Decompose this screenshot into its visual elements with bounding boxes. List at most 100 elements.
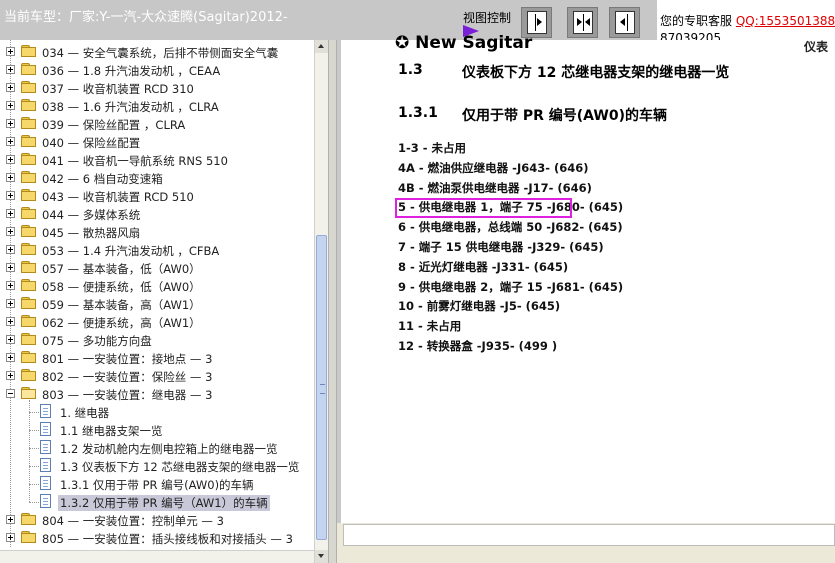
document-cut-heading: ✪ New Sagitar: [395, 33, 533, 53]
section-number: 1.3: [398, 62, 423, 78]
bottom-text-field[interactable]: [343, 524, 835, 546]
tree-folder-item[interactable]: 058 — 便捷系统，低（AW0）: [0, 277, 314, 295]
tree-folder-item[interactable]: 802 — 一安装位置：保险丝 — 3: [0, 367, 314, 385]
expand-toggle-icon[interactable]: [6, 281, 15, 290]
tree-item-label: 1.3.2 仅用于带 PR 编号（AW1）的车辆: [58, 495, 270, 511]
tree-folder-item[interactable]: 041 — 收音机一导航系统 RNS 510: [0, 151, 314, 169]
tree-folder-item[interactable]: 034 — 安全气囊系统，后排不带侧面安全气囊: [0, 43, 314, 61]
expand-toggle-icon[interactable]: [6, 65, 15, 74]
folder-icon: [21, 63, 37, 75]
expand-toggle-icon[interactable]: [6, 263, 15, 272]
expand-toggle-icon[interactable]: [6, 83, 15, 92]
folder-icon: [21, 513, 37, 525]
folder-icon: [21, 315, 37, 327]
tree-item-label: 062 — 便捷系统，高（AW1）: [42, 316, 201, 330]
tree-item-label: 802 — 一安装位置：保险丝 — 3: [42, 370, 213, 384]
customer-service-line: 您的专职客服 QQ:1553501388: [660, 12, 835, 29]
relay-entry: 8 - 近光灯继电器 -J331- (645): [398, 259, 569, 274]
expand-toggle-icon[interactable]: [6, 209, 15, 218]
tree-document-item[interactable]: 1.3 仪表板下方 12 芯继电器支架的继电器一览: [0, 457, 314, 475]
folder-icon: [21, 369, 37, 381]
folder-icon: [21, 99, 37, 111]
expand-toggle-icon[interactable]: [6, 245, 15, 254]
expand-toggle-icon[interactable]: [6, 119, 15, 128]
split-view-icon: [573, 11, 593, 34]
relay-entry: 7 - 端子 15 供电继电器 -J329- (645): [398, 240, 604, 254]
scroll-up-arrow-icon[interactable]: [315, 40, 328, 53]
relay-entry: 4A - 燃油供应继电器 -J643- (646): [398, 160, 589, 175]
tree-item-label: 053 — 1.4 升汽油发动机 ，CFBA: [42, 244, 220, 258]
document-icon: [40, 440, 51, 454]
tree-folder-item[interactable]: 053 — 1.4 升汽油发动机 ，CFBA: [0, 241, 314, 259]
tree-folder-item[interactable]: 045 — 散热器风扇: [0, 223, 314, 241]
tree-folder-item[interactable]: 804 — 一安装位置：控制单元 — 3: [0, 511, 314, 529]
expand-toggle-icon[interactable]: [6, 101, 15, 110]
customer-service-label: 您的专职客服: [660, 14, 733, 28]
folder-icon: [21, 189, 37, 201]
tree-item-label: 034 — 安全气囊系统，后排不带侧面安全气囊: [42, 46, 279, 60]
tree-item-label: 075 — 多功能方向盘: [42, 334, 152, 348]
service-qq-link[interactable]: QQ:1553501388: [736, 14, 835, 28]
subsection-title: 仅用于带 PR 编号(AW0)的车辆: [462, 108, 667, 124]
expand-toggle-icon[interactable]: [6, 533, 15, 542]
tree-item-label: 043 — 收音机装置 RCD 510: [42, 190, 194, 204]
tree-folder-item[interactable]: 805 — 一安装位置：插头接线板和对接插头 — 3: [0, 529, 314, 547]
tree-item-label: 1.3.1 仅用于带 PR 编号(AW0)的车辆: [60, 478, 254, 492]
expand-toggle-icon[interactable]: [6, 515, 15, 524]
tree-folder-item[interactable]: 038 — 1.6 升汽油发动机 ，CLRA: [0, 97, 314, 115]
tree-item-label: 057 — 基本装备，低（AW0）: [42, 262, 201, 276]
folder-icon: [21, 153, 37, 165]
expand-toggle-icon[interactable]: [6, 47, 15, 56]
tree-folder-item[interactable]: 062 — 便捷系统，高（AW1）: [0, 313, 314, 331]
navigation-tree: 034 — 安全气囊系统，后排不带侧面安全气囊 036 — 1.8 升汽油发动机 …: [0, 40, 314, 550]
expand-toggle-icon[interactable]: [6, 227, 15, 236]
tree-item-label: 037 — 收音机装置 RCD 310: [42, 82, 194, 96]
tree-item-label: 1. 继电器: [60, 406, 110, 420]
tree-document-item[interactable]: 1.1 继电器支架一览: [0, 421, 314, 439]
expand-toggle-icon[interactable]: [6, 299, 15, 308]
tree-folder-item[interactable]: 803 — 一安装位置：继电器 — 3: [0, 385, 314, 403]
scroll-down-arrow-icon[interactable]: [315, 550, 328, 563]
split-view-button[interactable]: [567, 7, 598, 38]
expand-toggle-icon[interactable]: [6, 353, 15, 362]
tree-item-label: 804 — 一安装位置：控制单元 — 3: [42, 514, 224, 528]
tree-folder-item[interactable]: 044 — 多媒体系统: [0, 205, 314, 223]
tree-folder-item[interactable]: 075 — 多功能方向盘: [0, 331, 314, 349]
tree-item-label: 803 — 一安装位置：继电器 — 3: [42, 388, 213, 402]
tree-connector-line: [29, 448, 39, 449]
relay-entry: 1-3 - 未占用: [398, 141, 467, 155]
tree-folder-item[interactable]: 043 — 收音机装置 RCD 510: [0, 187, 314, 205]
tree-item-label: 042 — 6 档自动变速箱: [42, 172, 163, 186]
scrollbar-thumb[interactable]: [316, 235, 327, 540]
expand-toggle-icon[interactable]: [6, 155, 15, 164]
tree-document-item[interactable]: 1.3.2 仅用于带 PR 编号（AW1）的车辆: [0, 493, 314, 511]
expand-left-panel-button[interactable]: [609, 7, 640, 38]
tree-document-item[interactable]: 1.3.1 仅用于带 PR 编号(AW0)的车辆: [0, 475, 314, 493]
tree-folder-item[interactable]: 039 — 保险丝配置 ，CLRA: [0, 115, 314, 133]
expand-toggle-icon[interactable]: [6, 371, 15, 380]
current-model-title: 当前车型：厂家:Y-一汽-大众速腾(Sagitar)2012-: [4, 10, 288, 25]
tree-folder-item[interactable]: 040 — 保险丝配置: [0, 133, 314, 151]
tree-folder-item[interactable]: 042 — 6 档自动变速箱: [0, 169, 314, 187]
expand-toggle-icon[interactable]: [6, 137, 15, 146]
expand-toggle-icon[interactable]: [6, 317, 15, 326]
tree-connector-line: [29, 466, 39, 467]
tree-folder-item[interactable]: 037 — 收音机装置 RCD 310: [0, 79, 314, 97]
tree-horizontal-scrollbar[interactable]: [0, 550, 314, 563]
folder-icon: [21, 117, 37, 129]
folder-icon: [21, 531, 37, 543]
tree-item-label: 058 — 便捷系统，低（AW0）: [42, 280, 201, 294]
pane-splitter[interactable]: [328, 40, 337, 563]
expand-toggle-icon[interactable]: [6, 191, 15, 200]
expand-toggle-icon[interactable]: [6, 173, 15, 182]
expand-toggle-icon[interactable]: [6, 335, 15, 344]
tree-folder-item[interactable]: 057 — 基本装备，低（AW0）: [0, 259, 314, 277]
tree-item-label: 038 — 1.6 升汽油发动机 ，CLRA: [42, 100, 219, 114]
tree-folder-item[interactable]: 036 — 1.8 升汽油发动机 ，CEAA: [0, 61, 314, 79]
tree-document-item[interactable]: 1.2 发动机舱内左侧电控箱上的继电器一览: [0, 439, 314, 457]
tree-folder-item[interactable]: 059 — 基本装备，高（AW1）: [0, 295, 314, 313]
tree-vertical-scrollbar[interactable]: [314, 40, 328, 563]
tree-folder-item[interactable]: 801 — 一安装位置：接地点 — 3: [0, 349, 314, 367]
tree-document-item[interactable]: 1. 继电器: [0, 403, 314, 421]
collapse-toggle-icon[interactable]: [6, 389, 15, 398]
